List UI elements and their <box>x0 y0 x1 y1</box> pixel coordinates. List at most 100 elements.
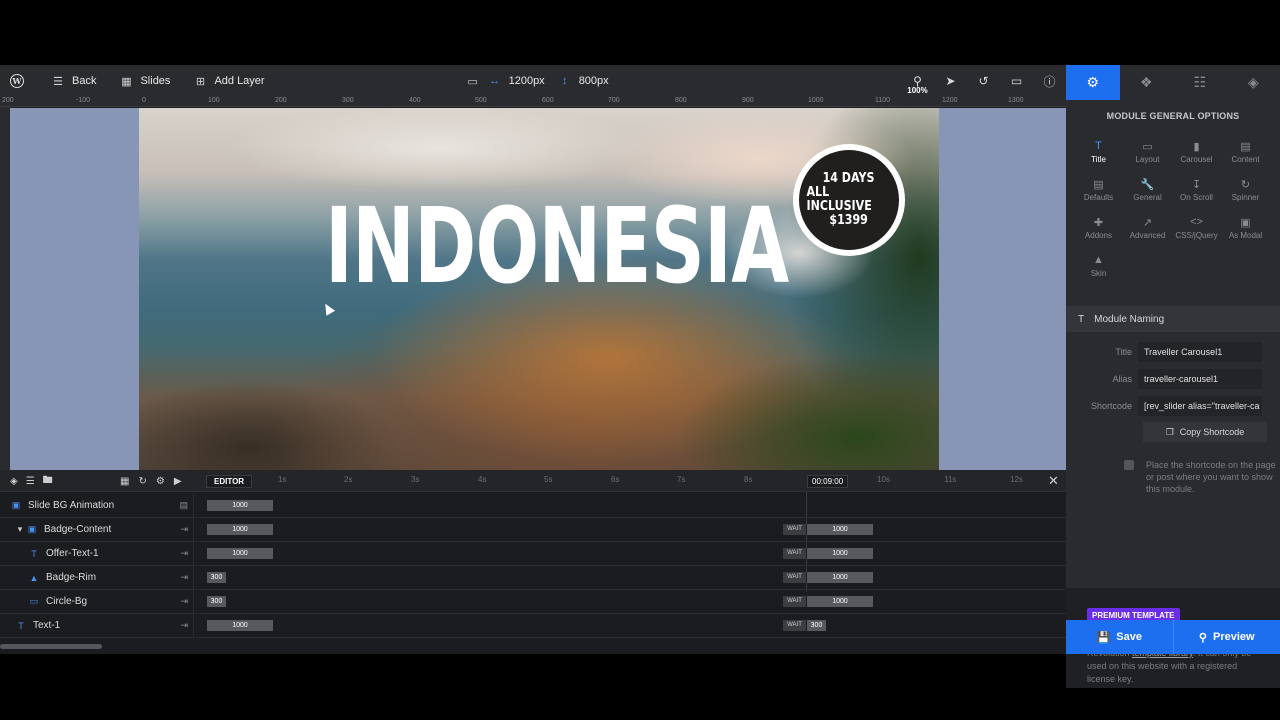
shortcode-field[interactable]: [rev_slider alias="traveller-ca <box>1138 396 1262 416</box>
option-title[interactable]: T Title <box>1074 140 1123 168</box>
layer-label[interactable]: T Offer-Text-1 ⇥ <box>0 542 194 565</box>
arrow-right-icon[interactable]: ⇥ <box>180 572 188 583</box>
group-icon: ▣ <box>27 524 37 534</box>
undo-button[interactable]: ↺ <box>967 65 1000 97</box>
layer-label[interactable]: ▭ Circle-Bg ⇥ <box>0 590 194 613</box>
wait-marker[interactable]: WAIT <box>783 620 807 631</box>
shortcode-label: Shortcode <box>1090 401 1132 411</box>
headline-layer[interactable]: INDONESIA <box>325 194 789 298</box>
vertical-ruler <box>0 107 10 470</box>
layer-label[interactable]: T Text-1 ⇥ <box>0 614 194 637</box>
close-icon[interactable]: ✕ <box>1048 473 1059 489</box>
module-naming-header[interactable]: T Module Naming <box>1066 306 1280 332</box>
back-button[interactable]: ☰ Back <box>52 65 96 97</box>
option-spinner[interactable]: ↻ Spinner <box>1221 178 1270 206</box>
settings-icon[interactable]: ⚙ <box>156 476 165 487</box>
animation-bar[interactable]: 1000 <box>207 500 273 511</box>
editor-tag[interactable]: EDITOR <box>206 475 253 488</box>
timeline-scrollbar[interactable] <box>0 644 102 649</box>
list-icon[interactable]: ☰ <box>26 476 35 487</box>
option-general[interactable]: 🔧 General <box>1123 178 1172 206</box>
option-addons[interactable]: ✚ Addons <box>1074 216 1123 244</box>
option-layout[interactable]: ▭ Layout <box>1123 140 1172 168</box>
wait-marker[interactable]: WAIT <box>783 548 807 559</box>
exit-animation-bar[interactable]: 300 <box>807 620 826 631</box>
layer-label[interactable]: ▲ Badge-Rim ⇥ <box>0 566 194 589</box>
timeline-row[interactable]: ▾ ▣ Badge-Content ⇥ 1000 WAIT 1000 <box>0 518 1066 542</box>
height-field[interactable]: ↕ 800px <box>559 65 609 97</box>
slide-preview[interactable]: INDONESIA 14 DAYS ALL INCLUSIVE $1399 <box>139 108 939 470</box>
animation-bar[interactable]: 300 <box>207 572 226 583</box>
play-icon[interactable]: ▶ <box>174 476 182 487</box>
timeline-row[interactable]: ▭ Circle-Bg ⇥ 300 WAIT 1000 <box>0 590 1066 614</box>
zoom-button[interactable]: ⚲ 100% <box>901 65 934 97</box>
animation-bar[interactable]: 1000 <box>207 620 273 631</box>
wordpress-logo-button[interactable]: W <box>0 65 34 97</box>
option-on-scroll[interactable]: ↧ On Scroll <box>1172 178 1221 206</box>
tab-layer-settings[interactable]: ☷ <box>1173 65 1227 100</box>
option-as-modal[interactable]: ▣ As Modal <box>1221 216 1270 244</box>
animation-bar[interactable]: 300 <box>207 596 226 607</box>
tab-slide-settings[interactable]: ❖ <box>1120 65 1174 100</box>
device-preview-button[interactable]: ▭ <box>1000 65 1033 97</box>
device-switch-button[interactable]: ▭ <box>467 65 479 97</box>
arrow-right-icon[interactable]: ⇥ <box>180 620 188 631</box>
timeline-row[interactable]: ▲ Badge-Rim ⇥ 300 WAIT 1000 <box>0 566 1066 590</box>
animation-bar[interactable]: 1000 <box>207 548 273 559</box>
exit-animation-bar[interactable]: 1000 <box>807 572 873 583</box>
folder-icon[interactable]: 🖿 <box>43 473 53 490</box>
help-button[interactable]: ⓘ <box>1033 65 1066 97</box>
arrow-right-icon[interactable]: ⇥ <box>180 524 188 535</box>
chevron-down-icon[interactable]: ▾ <box>16 524 24 535</box>
layer-label[interactable]: ▾ ▣ Badge-Content ⇥ <box>0 518 194 541</box>
editor-canvas[interactable]: INDONESIA 14 DAYS ALL INCLUSIVE $1399 <box>10 108 1066 470</box>
save-icon: 💾 <box>1096 631 1111 644</box>
title-field[interactable]: Traveller Carousel1 <box>1138 342 1262 362</box>
tab-module-settings[interactable]: ⚙ <box>1066 65 1120 100</box>
ruler-tick: 200 <box>275 97 287 104</box>
desktop-icon: ▭ <box>467 75 478 88</box>
arrow-right-icon[interactable]: ⇥ <box>180 548 188 559</box>
save-button[interactable]: 💾 Save <box>1066 620 1173 654</box>
timeline-row[interactable]: T Offer-Text-1 ⇥ 1000 WAIT 1000 <box>0 542 1066 566</box>
tab-layers[interactable]: ◈ <box>1227 65 1280 100</box>
alias-row: Alias traveller-carousel1 <box>1066 369 1280 389</box>
wait-marker[interactable]: WAIT <box>783 524 807 535</box>
option-advanced[interactable]: ↗ Advanced <box>1123 216 1172 244</box>
add-layer-button[interactable]: ⊞ Add Layer <box>194 65 265 97</box>
bg-settings-icon[interactable]: ▤ <box>179 500 188 511</box>
info-icon <box>1124 460 1134 470</box>
layers-toggle-icon[interactable]: ◈ <box>10 476 18 487</box>
arrow-right-icon[interactable]: ⇥ <box>180 596 188 607</box>
grid-icon[interactable]: ▦ <box>120 476 129 487</box>
exit-animation-bar[interactable]: 1000 <box>807 596 873 607</box>
time-tick: 12s <box>1010 475 1023 484</box>
timeline-row[interactable]: ▣ Slide BG Animation ▤ 1000 <box>0 494 1066 518</box>
time-tick: 2s <box>344 475 353 484</box>
alias-field[interactable]: traveller-carousel1 <box>1138 369 1262 389</box>
time-tick: 7s <box>677 475 686 484</box>
width-field[interactable]: ↔ 1200px <box>489 65 545 97</box>
layer-name: Slide BG Animation <box>28 500 115 511</box>
exit-animation-bar[interactable]: 1000 <box>807 548 873 559</box>
image-icon: ▣ <box>11 500 21 510</box>
playhead-time[interactable]: 00:09:00 <box>807 475 849 488</box>
animation-bar[interactable]: 1000 <box>207 524 273 535</box>
option-defaults[interactable]: ▤ Defaults <box>1074 178 1123 206</box>
option-carousel[interactable]: ▮ Carousel <box>1172 140 1221 168</box>
wait-marker[interactable]: WAIT <box>783 596 807 607</box>
option-css-jquery[interactable]: <> CSS/jQuery <box>1172 216 1221 244</box>
select-tool-button[interactable]: ➤ <box>934 65 967 97</box>
wait-marker[interactable]: WAIT <box>783 572 807 583</box>
text-icon: T <box>18 620 24 631</box>
badge-layer[interactable]: 14 DAYS ALL INCLUSIVE $1399 <box>793 144 905 256</box>
slides-button[interactable]: ▦ Slides <box>120 65 170 97</box>
timeline-row[interactable]: T Text-1 ⇥ 1000 WAIT 300 <box>0 614 1066 638</box>
layer-label[interactable]: ▣ Slide BG Animation ▤ <box>0 494 194 517</box>
exit-animation-bar[interactable]: 1000 <box>807 524 873 535</box>
copy-shortcode-button[interactable]: ❐ Copy Shortcode <box>1143 422 1267 442</box>
loop-icon[interactable]: ↻ <box>138 476 146 487</box>
preview-button[interactable]: ⚲ Preview <box>1172 620 1280 654</box>
option-skin[interactable]: ▲ Skin <box>1074 254 1123 282</box>
option-content[interactable]: ▤ Content <box>1221 140 1270 168</box>
